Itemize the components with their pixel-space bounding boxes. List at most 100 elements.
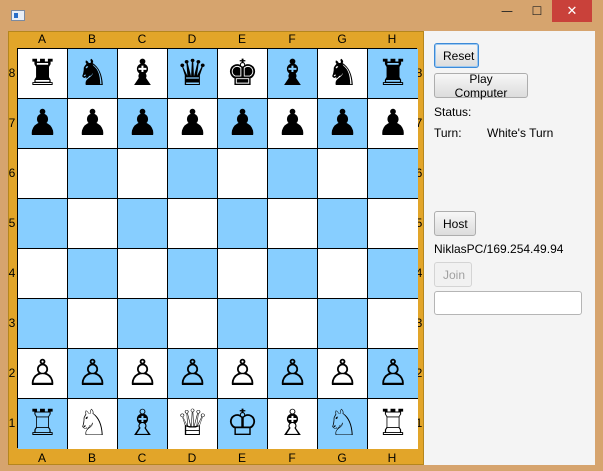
close-button[interactable]: ✕ [552, 0, 592, 22]
chess-piece[interactable]: ♟ [377, 105, 409, 142]
chess-piece[interactable]: ♟ [176, 105, 208, 142]
chess-piece[interactable]: ♘ [76, 406, 108, 442]
chess-piece[interactable]: ♚ [226, 55, 258, 92]
chess-piece[interactable]: ♙ [226, 355, 258, 392]
chess-piece[interactable]: ♟ [276, 105, 308, 142]
chess-piece[interactable]: ♟ [326, 105, 358, 142]
square-d1[interactable]: ♕ [168, 399, 218, 449]
square-d3[interactable] [168, 299, 218, 349]
square-d5[interactable] [168, 199, 218, 249]
square-b1[interactable]: ♘ [68, 399, 118, 449]
chess-piece[interactable]: ♙ [76, 355, 108, 392]
square-e4[interactable] [218, 249, 268, 299]
square-c8[interactable]: ♝ [118, 49, 168, 99]
chess-piece[interactable]: ♖ [377, 406, 409, 442]
square-h6[interactable] [368, 149, 418, 199]
square-a3[interactable] [18, 299, 68, 349]
chess-piece[interactable]: ♝ [126, 55, 158, 92]
chess-piece[interactable]: ♟ [26, 105, 58, 142]
minimize-button[interactable]: — [492, 0, 522, 22]
square-c4[interactable] [118, 249, 168, 299]
square-f6[interactable] [268, 149, 318, 199]
square-e6[interactable] [218, 149, 268, 199]
square-e8[interactable]: ♚ [218, 49, 268, 99]
chess-piece[interactable]: ♟ [126, 105, 158, 142]
chess-piece[interactable]: ♞ [326, 55, 358, 92]
square-h8[interactable]: ♜ [368, 49, 418, 99]
square-d7[interactable]: ♟ [168, 99, 218, 149]
square-b3[interactable] [68, 299, 118, 349]
square-a8[interactable]: ♜ [18, 49, 68, 99]
square-f2[interactable]: ♙ [268, 349, 318, 399]
maximize-button[interactable]: ☐ [522, 0, 552, 22]
chess-piece[interactable]: ♙ [377, 355, 409, 392]
square-g3[interactable] [318, 299, 368, 349]
chess-piece[interactable]: ♙ [326, 355, 358, 392]
square-h1[interactable]: ♖ [368, 399, 418, 449]
title-bar[interactable]: — ☐ ✕ [0, 0, 603, 30]
chess-piece[interactable]: ♟ [226, 105, 258, 142]
square-c1[interactable]: ♗ [118, 399, 168, 449]
square-f4[interactable] [268, 249, 318, 299]
square-f5[interactable] [268, 199, 318, 249]
square-g8[interactable]: ♞ [318, 49, 368, 99]
chess-piece[interactable]: ♔ [226, 406, 258, 442]
join-button[interactable]: Join [434, 262, 472, 287]
square-g6[interactable] [318, 149, 368, 199]
square-d8[interactable]: ♛ [168, 49, 218, 99]
square-b2[interactable]: ♙ [68, 349, 118, 399]
chess-piece[interactable]: ♙ [26, 355, 58, 392]
chess-piece[interactable]: ♕ [176, 406, 208, 442]
reset-button[interactable]: Reset [434, 43, 479, 68]
square-c3[interactable] [118, 299, 168, 349]
chess-piece[interactable]: ♜ [26, 55, 58, 92]
square-b4[interactable] [68, 249, 118, 299]
chess-piece[interactable]: ♗ [126, 406, 158, 442]
square-g4[interactable] [318, 249, 368, 299]
chess-piece[interactable]: ♖ [26, 406, 58, 442]
square-e3[interactable] [218, 299, 268, 349]
square-h3[interactable] [368, 299, 418, 349]
play-computer-button[interactable]: Play Computer [434, 72, 528, 100]
square-h7[interactable]: ♟ [368, 99, 418, 149]
chess-piece[interactable]: ♟ [76, 105, 108, 142]
square-a6[interactable] [18, 149, 68, 199]
chess-piece[interactable]: ♙ [176, 355, 208, 392]
chess-piece[interactable]: ♘ [326, 406, 358, 442]
chess-piece[interactable]: ♗ [276, 406, 308, 442]
square-b6[interactable] [68, 149, 118, 199]
square-g2[interactable]: ♙ [318, 349, 368, 399]
square-a2[interactable]: ♙ [18, 349, 68, 399]
chess-piece[interactable]: ♜ [377, 55, 409, 92]
join-address-input[interactable] [434, 291, 582, 315]
chess-piece[interactable]: ♞ [76, 55, 108, 92]
square-e7[interactable]: ♟ [218, 99, 268, 149]
chess-piece[interactable]: ♙ [126, 355, 158, 392]
square-b8[interactable]: ♞ [68, 49, 118, 99]
square-g1[interactable]: ♘ [318, 399, 368, 449]
square-c2[interactable]: ♙ [118, 349, 168, 399]
square-h5[interactable] [368, 199, 418, 249]
square-a5[interactable] [18, 199, 68, 249]
square-d2[interactable]: ♙ [168, 349, 218, 399]
chess-piece[interactable]: ♛ [176, 55, 208, 92]
square-a1[interactable]: ♖ [18, 399, 68, 449]
chess-piece[interactable]: ♝ [276, 55, 308, 92]
square-e1[interactable]: ♔ [218, 399, 268, 449]
square-h4[interactable] [368, 249, 418, 299]
square-a7[interactable]: ♟ [18, 99, 68, 149]
square-h2[interactable]: ♙ [368, 349, 418, 399]
square-g7[interactable]: ♟ [318, 99, 368, 149]
square-e5[interactable] [218, 199, 268, 249]
square-f8[interactable]: ♝ [268, 49, 318, 99]
chess-piece[interactable]: ♙ [276, 355, 308, 392]
square-g5[interactable] [318, 199, 368, 249]
square-b7[interactable]: ♟ [68, 99, 118, 149]
square-b5[interactable] [68, 199, 118, 249]
square-d4[interactable] [168, 249, 218, 299]
square-f1[interactable]: ♗ [268, 399, 318, 449]
square-c5[interactable] [118, 199, 168, 249]
square-c7[interactable]: ♟ [118, 99, 168, 149]
square-c6[interactable] [118, 149, 168, 199]
square-e2[interactable]: ♙ [218, 349, 268, 399]
